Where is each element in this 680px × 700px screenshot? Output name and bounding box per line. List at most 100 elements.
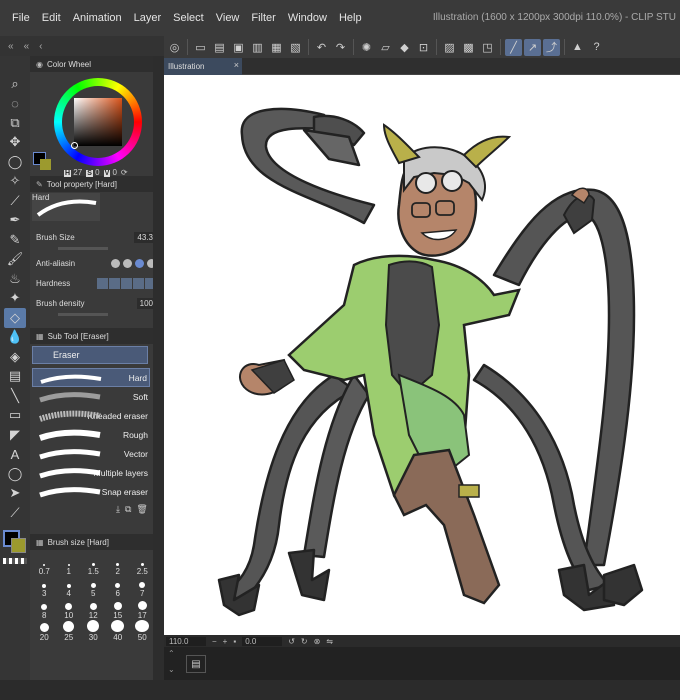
saturation-value-square[interactable]	[74, 98, 122, 146]
export-jpg-icon[interactable]: ▥	[249, 39, 266, 56]
color-cursor[interactable]	[71, 142, 78, 149]
brush-size-option[interactable]: 15	[106, 598, 131, 620]
save-icon[interactable]: ▣	[230, 39, 247, 56]
zoom-value[interactable]: 110.0	[166, 636, 206, 646]
menu-select[interactable]: Select	[167, 0, 210, 36]
correct-line-icon[interactable]: ⟋	[4, 503, 26, 523]
brush-size-option[interactable]: 0.7	[32, 554, 57, 576]
copy-subtool-icon[interactable]: ⧉	[125, 504, 131, 515]
object-select-icon[interactable]: ➤	[4, 484, 26, 504]
pen-icon[interactable]: ✒	[4, 211, 26, 231]
rotate-left-icon[interactable]: ↺	[288, 637, 295, 646]
brush-multiple-layers[interactable]: Multiple layers	[32, 463, 150, 482]
eyedropper-icon[interactable]: ⟋	[4, 191, 26, 211]
pen-curve-icon[interactable]: ⤴	[543, 38, 560, 56]
menu-layer[interactable]: Layer	[128, 0, 168, 36]
brush-soft[interactable]: Soft	[32, 387, 150, 406]
brush-size-option[interactable]: 8	[32, 598, 57, 620]
airbrush-icon[interactable]: ♨	[4, 269, 26, 289]
brush-size-option[interactable]: 17	[130, 598, 155, 620]
redo-icon[interactable]: ↷	[332, 39, 349, 56]
learn-icon[interactable]: ▲	[569, 39, 586, 56]
brush-size-option[interactable]: 20	[32, 620, 57, 642]
layer-move-icon[interactable]: ⧉	[4, 113, 26, 133]
swap-color-icon[interactable]: ⟳	[121, 168, 128, 177]
export-psd-icon[interactable]: ▧	[287, 39, 304, 56]
zoom-out-icon[interactable]: −	[212, 637, 217, 646]
brush-size-row[interactable]: Brush Size 43.3	[36, 228, 156, 246]
open-file-icon[interactable]: ▤	[211, 39, 228, 56]
stabilizer-icon[interactable]: ╱	[505, 38, 522, 56]
rotate-right-icon[interactable]: ↻	[301, 637, 308, 646]
expand-up-icon[interactable]: ⌃	[168, 649, 175, 658]
balloon-icon[interactable]: ◯	[4, 464, 26, 484]
brush-size-option[interactable]: 30	[81, 620, 106, 642]
menu-view[interactable]: View	[210, 0, 246, 36]
brush-icon[interactable]: 🖌	[4, 250, 26, 270]
brush-size-option[interactable]: 1.5	[81, 554, 106, 576]
collapse-left-icon[interactable]: «	[8, 41, 14, 52]
frame-icon[interactable]: ▭	[4, 406, 26, 426]
brush-density-slider[interactable]	[58, 313, 108, 316]
move-icon[interactable]: ✥	[4, 133, 26, 153]
flip-icon[interactable]: ⇋	[326, 637, 333, 646]
brush-rough[interactable]: Rough	[32, 425, 150, 444]
brush-size-option[interactable]: 3	[32, 576, 57, 598]
layer-panel-button[interactable]: ▤	[186, 655, 206, 673]
decoration-icon[interactable]: ✦	[4, 289, 26, 309]
brush-size-option[interactable]: 25	[57, 620, 82, 642]
canvas[interactable]	[164, 75, 680, 635]
brush-size-option[interactable]: 12	[81, 598, 106, 620]
invert-selection-icon[interactable]: ▩	[460, 39, 477, 56]
brush-size-option[interactable]: 2.5	[130, 554, 155, 576]
menu-file[interactable]: File	[6, 0, 36, 36]
menu-window[interactable]: Window	[282, 0, 333, 36]
anti-alias-options[interactable]	[111, 258, 156, 268]
menu-animation[interactable]: Animation	[67, 0, 128, 36]
fit-icon[interactable]: ▪	[233, 637, 236, 646]
brush-size-option[interactable]: 10	[57, 598, 82, 620]
brush-size-option[interactable]: 6	[106, 576, 131, 598]
mini-color-swatches[interactable]	[33, 152, 53, 172]
menu-filter[interactable]: Filter	[245, 0, 281, 36]
delete-subtool-icon[interactable]: 🗑	[136, 504, 147, 515]
sub-tool-header[interactable]: ▦ Sub Tool [Eraser]	[30, 328, 164, 344]
brush-size-option[interactable]: 4	[57, 576, 82, 598]
hardness-row[interactable]: Hardness	[36, 274, 156, 292]
brush-kneaded-eraser[interactable]: Kneaded eraser	[32, 406, 150, 425]
color-swatches[interactable]	[2, 529, 28, 555]
clear-icon[interactable]: ▱	[377, 39, 394, 56]
tab-illustration[interactable]: Illustration ×	[164, 58, 242, 75]
save-subtool-icon[interactable]: ⤓	[116, 504, 120, 515]
export-png-icon[interactable]: ▦	[268, 39, 285, 56]
expand-down-icon[interactable]: ⌄	[168, 665, 175, 674]
fill-icon[interactable]: ◆	[396, 39, 413, 56]
brush-snap-eraser[interactable]: Snap eraser	[32, 482, 150, 501]
pen-pressure-icon[interactable]: ↗	[524, 38, 541, 56]
eraser-icon[interactable]: ◇	[4, 308, 26, 328]
brush-hard[interactable]: Hard	[32, 368, 150, 387]
tool-property-header[interactable]: ✎ Tool property [Hard]	[30, 176, 164, 192]
zoom-icon[interactable]: ⌕	[4, 74, 26, 94]
menu-edit[interactable]: Edit	[36, 0, 67, 36]
deselect-icon[interactable]: ▨	[441, 39, 458, 56]
brush-size-option[interactable]: 2	[106, 554, 131, 576]
brush-size-option[interactable]: 1	[57, 554, 82, 576]
ruler-icon[interactable]: ◤	[4, 425, 26, 445]
hardness-options[interactable]	[97, 277, 156, 289]
collapse-left-icon-2[interactable]: «	[24, 41, 30, 52]
transform-icon[interactable]: ⊡	[415, 39, 432, 56]
figure-icon[interactable]: ╲	[4, 386, 26, 406]
transparent-color-swatch[interactable]	[3, 557, 27, 564]
brush-size-slider[interactable]	[58, 247, 108, 250]
magic-wand-icon[interactable]: ✧	[4, 172, 26, 192]
pencil-icon[interactable]: ✎	[4, 230, 26, 250]
color-wheel-header[interactable]: ◉ Color Wheel	[30, 56, 164, 72]
brush-size-option[interactable]: 5	[81, 576, 106, 598]
rotation-value[interactable]: 0.0	[242, 636, 283, 646]
menu-help[interactable]: Help	[333, 0, 368, 36]
undo-icon[interactable]: ↶	[313, 39, 330, 56]
zoom-in-icon[interactable]: +	[223, 637, 228, 646]
brush-density-row[interactable]: Brush density 100	[36, 294, 156, 312]
close-icon[interactable]: ×	[234, 60, 239, 70]
